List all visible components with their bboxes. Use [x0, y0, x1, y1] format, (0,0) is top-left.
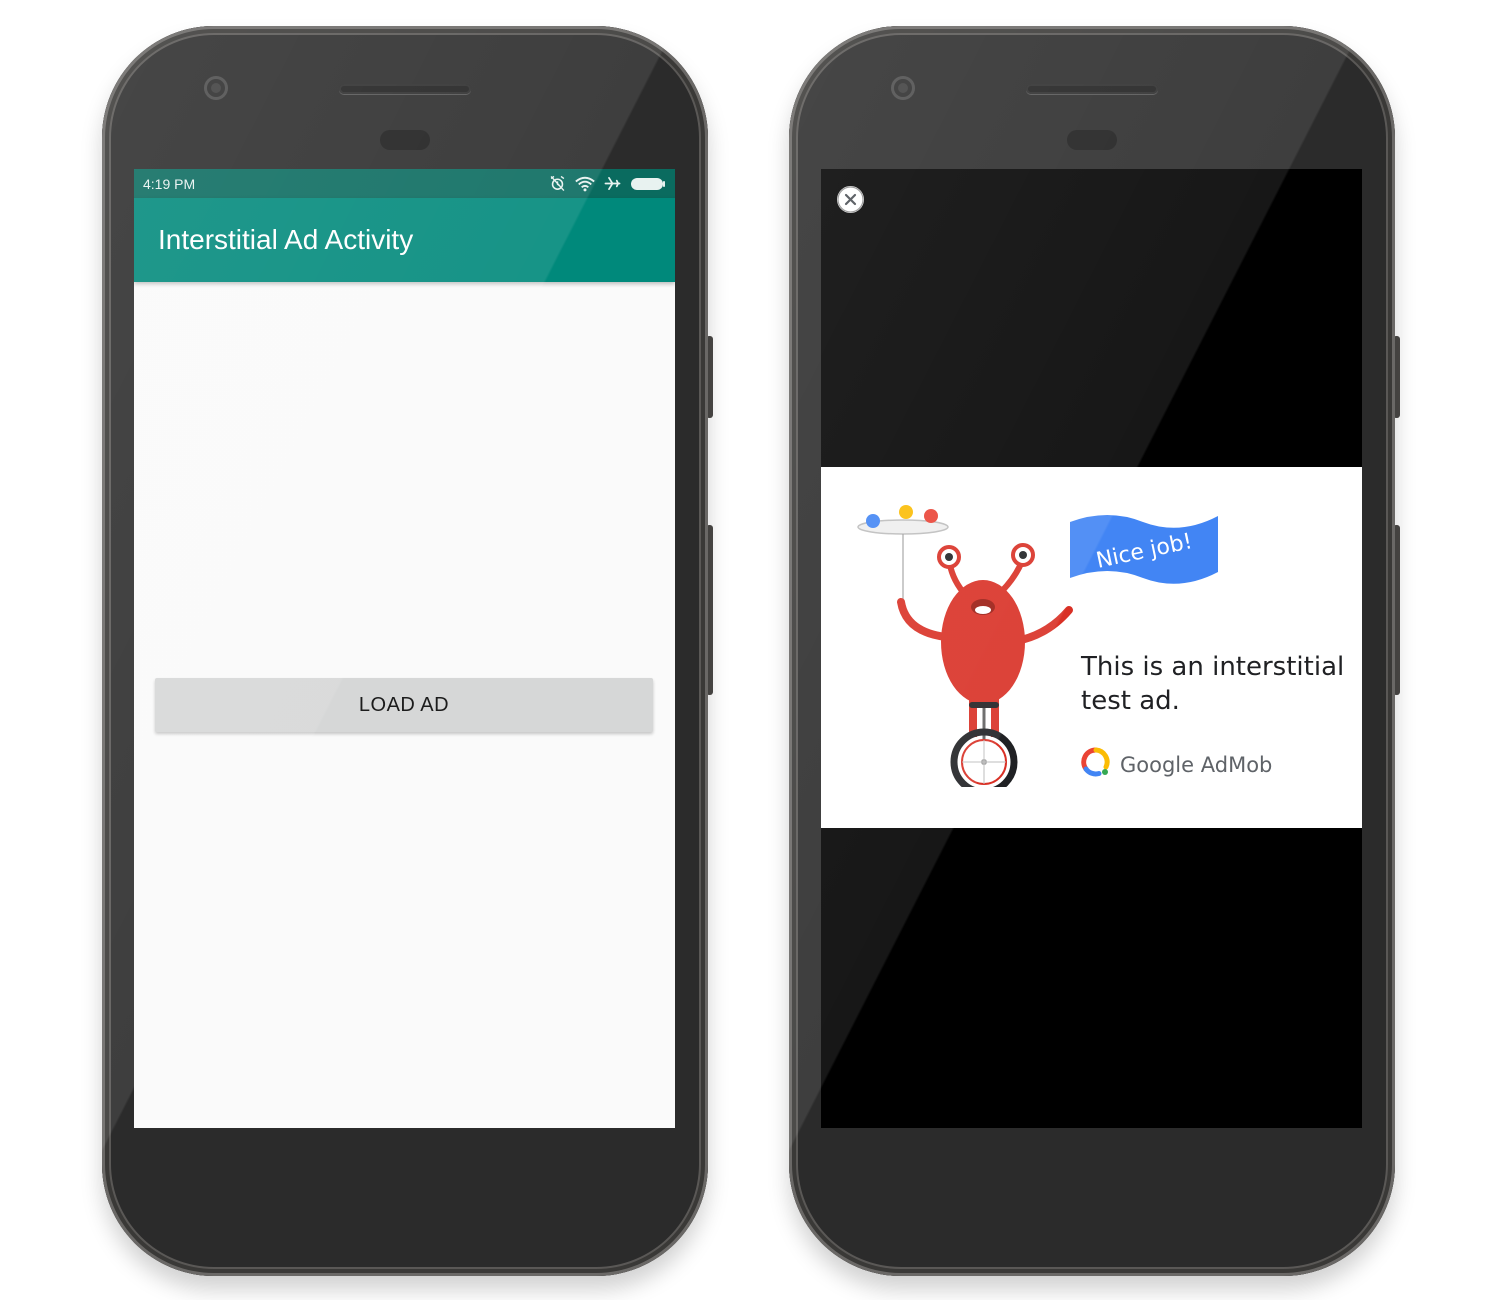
interstitial-ad-screen: Nice job! This is an interstitial test a…: [821, 169, 1362, 1128]
admob-logo-icon: [1081, 747, 1111, 782]
earpiece-speaker: [339, 84, 471, 94]
toolbar-title: Interstitial Ad Activity: [158, 224, 414, 255]
left-phone: 4:19 PM Interstitial Ad Activity LOAD AD: [102, 26, 708, 1276]
ad-creative[interactable]: Nice job! This is an interstitial test a…: [821, 467, 1362, 828]
status-icons: [549, 175, 666, 192]
close-ad-button[interactable]: [837, 186, 864, 213]
status-bar: 4:19 PM: [134, 169, 675, 198]
load-ad-button[interactable]: LOAD AD: [155, 678, 653, 732]
activity-content: LOAD AD: [134, 282, 675, 1128]
close-icon: [837, 186, 864, 213]
app-screen: 4:19 PM Interstitial Ad Activity LOAD AD: [134, 169, 675, 1128]
alarm-off-icon: [549, 175, 566, 192]
right-phone: Nice job! This is an interstitial test a…: [789, 26, 1395, 1276]
wifi-icon: [575, 176, 595, 192]
proximity-sensor: [380, 130, 430, 150]
front-camera-right: [891, 76, 915, 100]
google-admob-logo: Google AdMob: [1081, 747, 1272, 782]
stage: 4:19 PM Interstitial Ad Activity LOAD AD…: [0, 0, 1500, 1300]
front-camera: [204, 76, 228, 100]
monster-unicycle-illustration: [851, 497, 1081, 796]
earpiece-speaker-right: [1026, 84, 1158, 94]
battery-icon: [630, 177, 666, 191]
ad-headline: This is an interstitial test ad.: [1081, 652, 1345, 716]
brand-google: Google: [1120, 752, 1195, 777]
proximity-sensor-right: [1067, 130, 1117, 150]
app-toolbar: Interstitial Ad Activity: [134, 198, 675, 282]
brand-admob: AdMob: [1200, 752, 1273, 777]
nice-job-flag: Nice job!: [1068, 510, 1223, 595]
status-time: 4:19 PM: [143, 175, 196, 192]
airplane-icon: [604, 175, 621, 192]
